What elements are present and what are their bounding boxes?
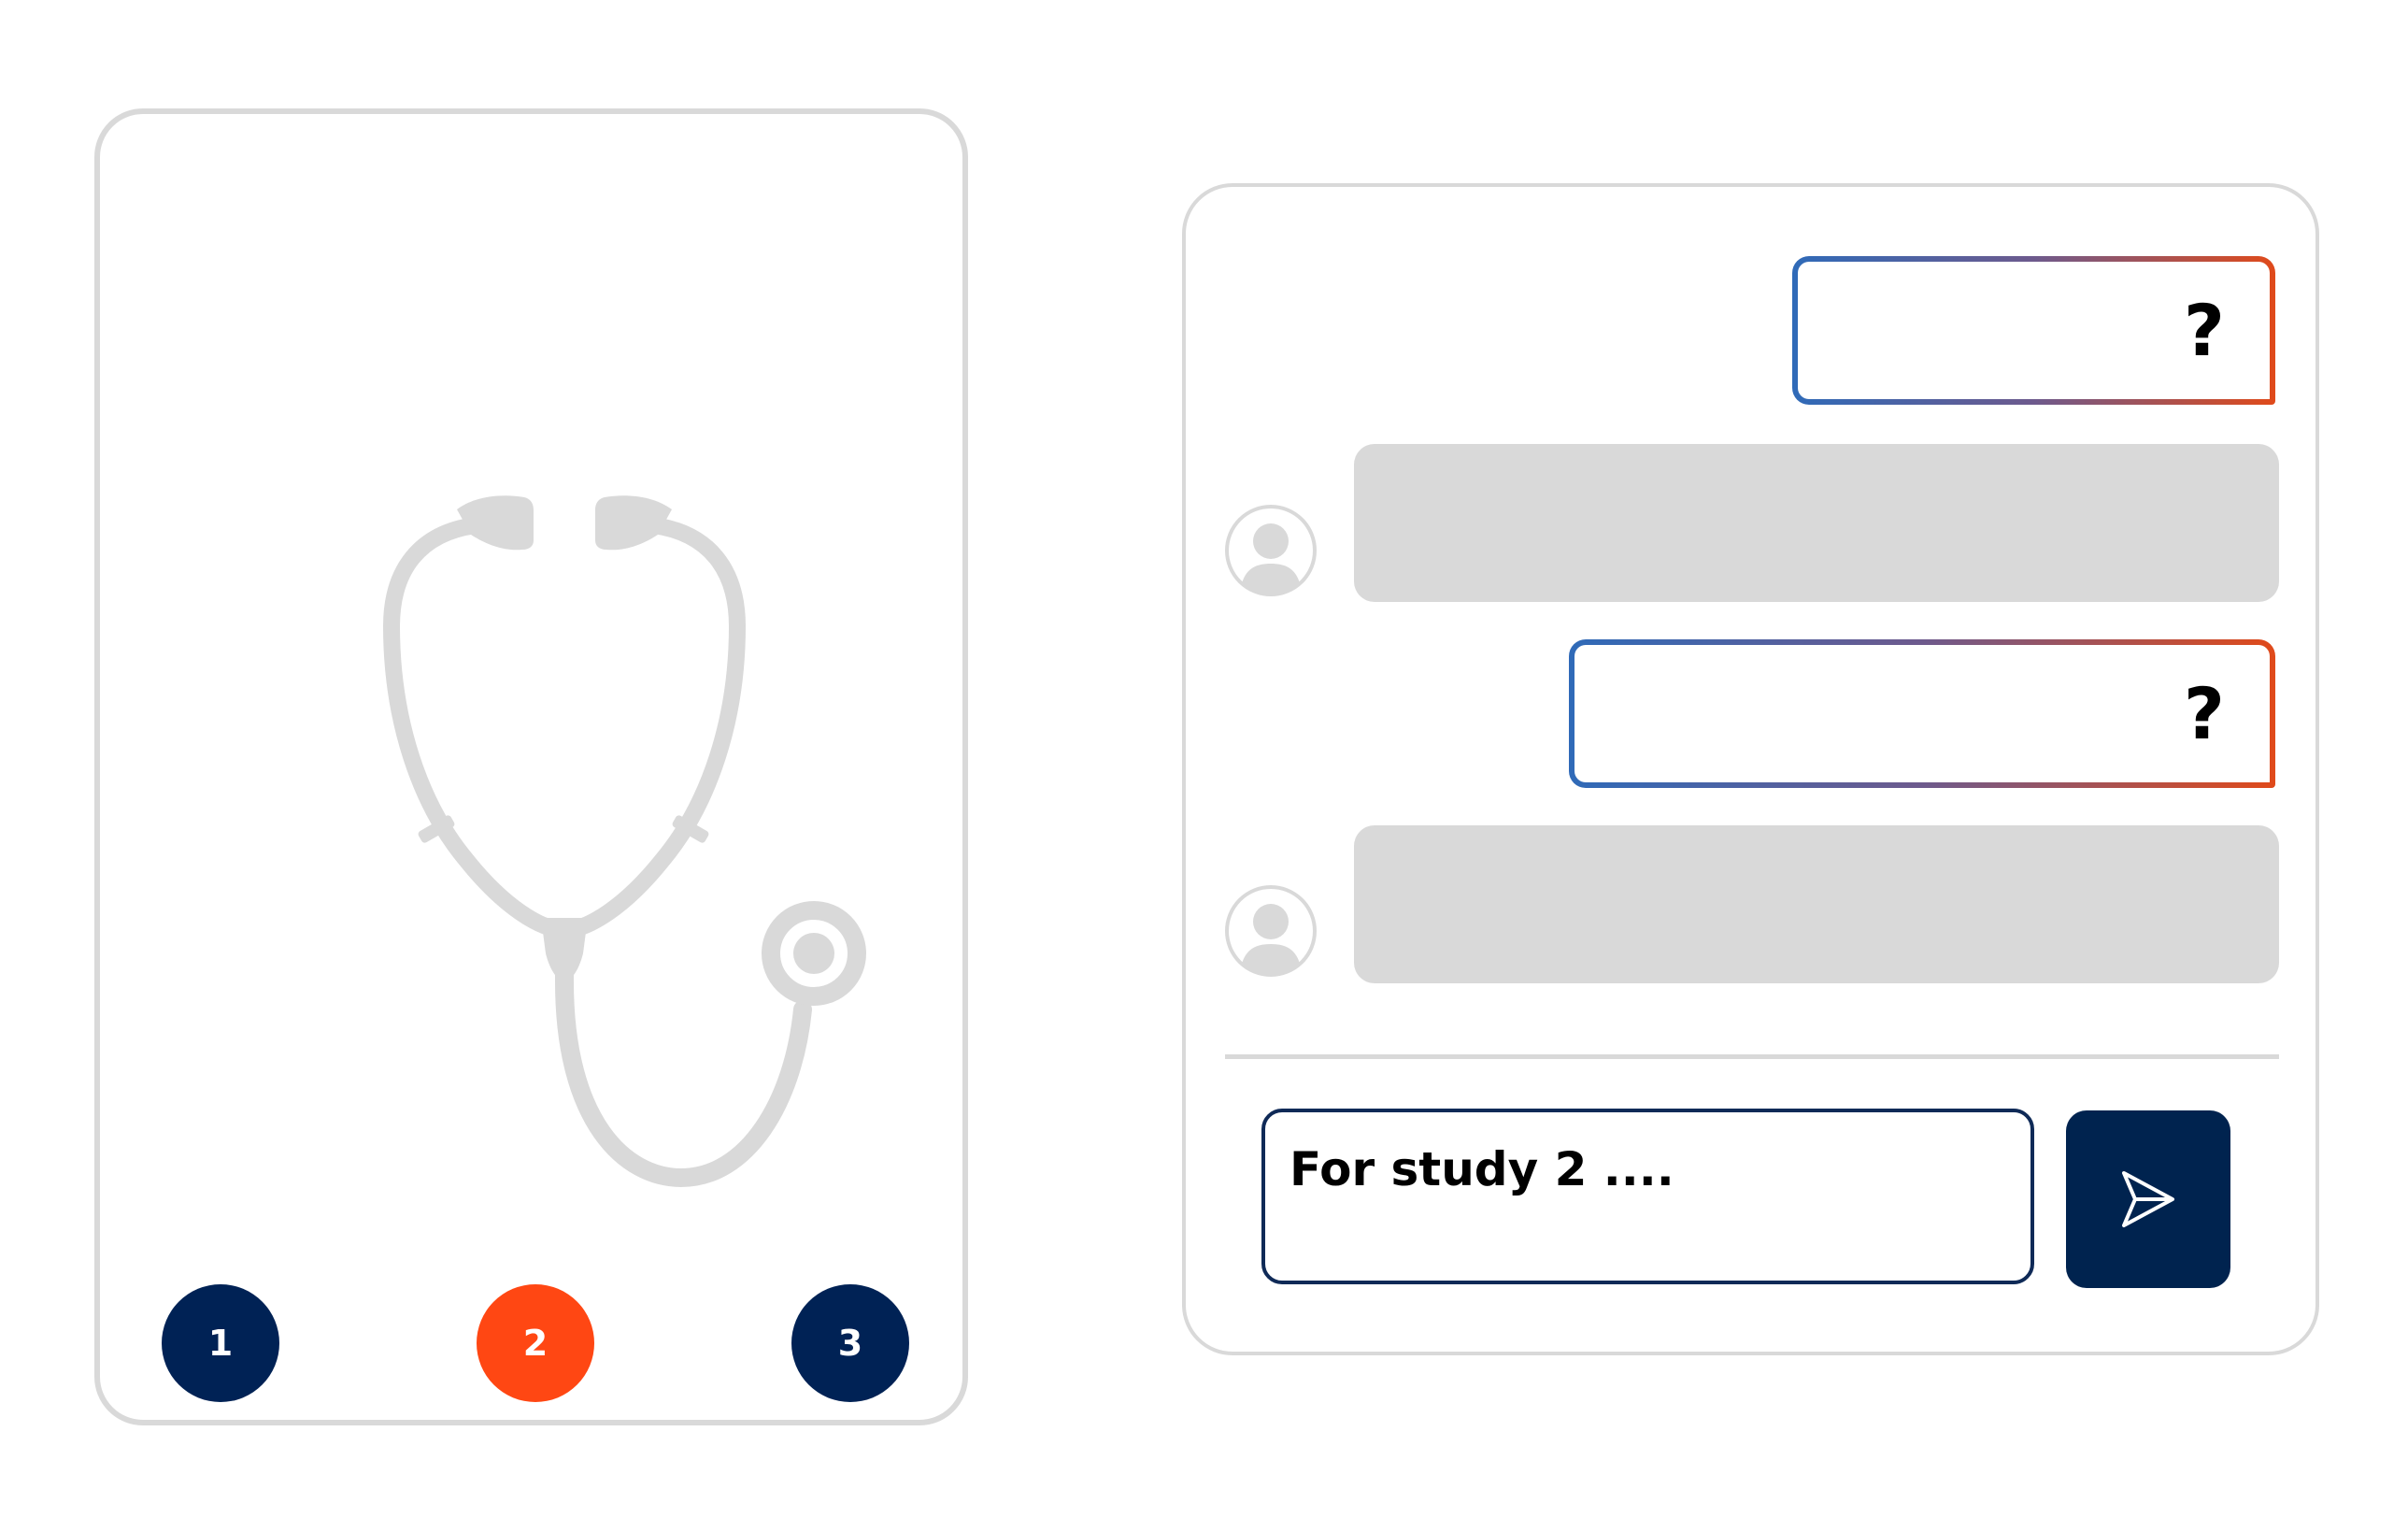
study-card: 1 2 3 — [94, 108, 968, 1425]
answer-placeholder-bubble — [1354, 825, 2279, 983]
user-avatar-icon — [1225, 505, 1317, 596]
step-1-button[interactable]: 1 — [162, 1284, 279, 1402]
chat-message-input[interactable]: For study 2 .... — [1261, 1109, 2034, 1284]
stethoscope-icon — [383, 495, 866, 1187]
user-question-bubble: ? — [1569, 639, 2275, 788]
step-2-button[interactable]: 2 — [477, 1284, 594, 1402]
user-avatar-icon — [1225, 885, 1317, 977]
send-button[interactable] — [2066, 1110, 2230, 1288]
chat-panel: ? ? For study 2 .... — [1182, 183, 2319, 1355]
user-question-bubble: ? — [1792, 256, 2275, 405]
send-icon — [2122, 1171, 2174, 1227]
divider — [1225, 1054, 2279, 1059]
answer-placeholder-bubble — [1354, 444, 2279, 602]
question-mark: ? — [2183, 672, 2225, 755]
question-mark: ? — [2183, 289, 2225, 372]
step-3-button[interactable]: 3 — [791, 1284, 909, 1402]
